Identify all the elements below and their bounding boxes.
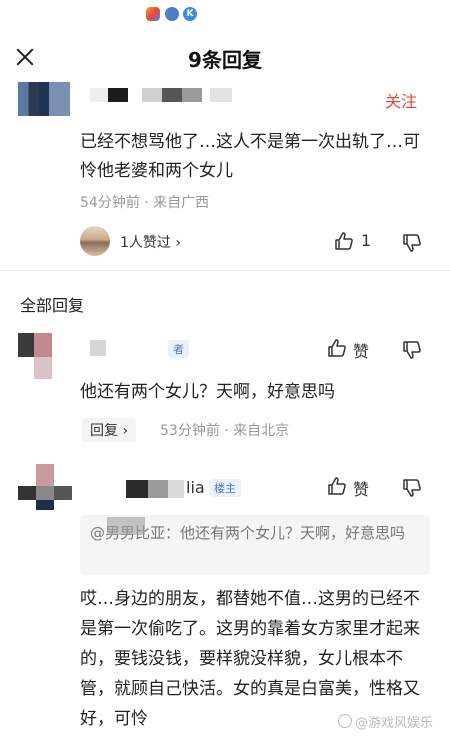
avatar[interactable] [36,464,54,486]
thumb-down-icon[interactable] [402,340,422,360]
username-redacted [90,88,108,102]
browser-icon [165,7,179,21]
avatar[interactable] [34,333,52,357]
username-redacted [182,88,202,102]
thumb-up-icon[interactable] [334,231,354,251]
username-redacted [148,480,168,498]
reply-button[interactable]: 回复 › [82,418,137,442]
thumb-up-icon[interactable] [327,476,347,496]
reply1-meta: 53分钟前 · 来自北京 [160,423,290,439]
avatar[interactable] [18,333,34,357]
header: 9条回复 [0,30,450,84]
follow-button[interactable]: 关注 [385,88,417,112]
op-tag: 楼主 [209,479,241,497]
app-icon [146,7,160,21]
username-fragment: lia [186,478,205,497]
username-redacted [168,480,184,498]
main-comment-text: 已经不想骂他了…这人不是第一次出轨了…可怜他老婆和两个女儿 [80,132,420,181]
username-redacted [162,88,182,102]
watermark: @游戏风娱乐 [355,716,434,731]
liker-avatar [80,226,110,256]
username-redacted [210,88,232,102]
avatar[interactable] [54,486,72,500]
like-label[interactable]: 赞 [353,476,369,500]
quote-username-redacted [107,517,145,535]
username-redacted [108,88,128,102]
avatar[interactable] [18,486,36,500]
reply1-text: 他还有两个女儿？天啊，好意思吗 [80,382,335,402]
k-app-icon: K [183,7,197,21]
username-redacted [126,480,148,498]
main-comment-meta: 54分钟前 · 来自广西 [80,195,210,211]
like-label[interactable]: 赞 [353,338,369,362]
watermark-logo-icon [338,714,352,728]
thumb-up-icon[interactable] [327,338,347,358]
likers-count: 1人赞过 › [120,235,181,251]
username-redacted [142,88,162,102]
thumb-down-icon[interactable] [402,233,422,253]
likers-row[interactable]: 1人赞过 › [80,226,435,256]
avatar[interactable] [36,486,54,500]
user-tag: 者 [168,340,189,358]
status-bar: K [0,0,450,28]
page-title: 9条回复 [188,48,262,72]
section-title-all-replies: 全部回复 [20,296,85,315]
username-redacted [90,340,106,356]
avatar[interactable] [18,82,70,116]
divider [0,270,450,271]
avatar[interactable] [36,500,54,510]
avatar[interactable] [34,357,52,379]
thumb-down-icon[interactable] [402,478,422,498]
like-count: 1 [361,231,372,250]
